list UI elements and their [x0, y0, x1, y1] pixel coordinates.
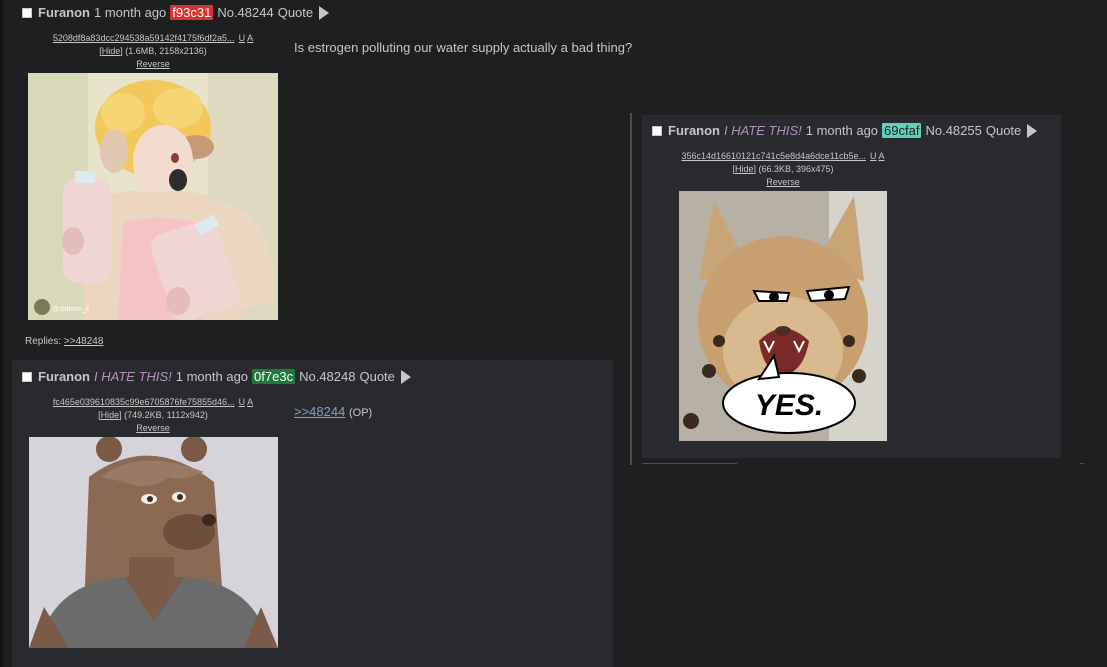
poster-name: Furanon: [668, 123, 720, 138]
file-meta: (749.2KB, 1112x942): [121, 410, 208, 420]
reverse-search-link[interactable]: Reverse: [136, 423, 170, 433]
post-number[interactable]: No.48255: [925, 123, 981, 138]
post-subject: I HATE THIS!: [94, 369, 172, 384]
poster-id-badge[interactable]: f93c31: [170, 5, 214, 20]
bear-character-illustration: [29, 437, 278, 648]
op-marker: (OP): [348, 407, 373, 419]
post-menu-arrow-icon[interactable]: [1027, 123, 1038, 138]
op-post: Furanon 1 month ago f93c31 No.48244 Quot…: [0, 0, 640, 355]
file-u-link[interactable]: U: [239, 33, 246, 43]
post-time: 1 month ago: [175, 369, 249, 384]
replies-list: Replies: >>48248: [25, 336, 103, 347]
reverse-search-link[interactable]: Reverse: [136, 59, 170, 69]
post-number[interactable]: No.48248: [299, 369, 355, 384]
quote-button[interactable]: Quote: [359, 369, 394, 384]
post-message: Is estrogen polluting our water supply a…: [294, 40, 633, 55]
reply-divider-vertical: [630, 113, 632, 465]
serval-meme-image: YES.: [679, 191, 887, 441]
post-message: >>48244 (OP): [294, 404, 372, 419]
post-image-thumbnail[interactable]: YES.: [679, 191, 887, 441]
file-u-link[interactable]: U: [239, 397, 246, 407]
reply-divider-horizontal: [642, 463, 737, 464]
post-header: Furanon 1 month ago f93c31 No.48244 Quot…: [22, 5, 330, 20]
post-checkbox[interactable]: [22, 371, 32, 382]
hide-link[interactable]: Hide: [102, 46, 121, 56]
quote-link-op[interactable]: >>48244: [294, 404, 345, 419]
file-meta: (1.6MB, 2158x2136): [122, 46, 207, 56]
file-a-link[interactable]: A: [247, 33, 253, 43]
post-image-thumbnail[interactable]: [29, 437, 278, 648]
file-name-link[interactable]: 5208df8a83dcc294538a59142f4175f6df2a5...: [53, 33, 235, 43]
file-a-link[interactable]: A: [247, 397, 253, 407]
file-info: fc465e039610835c99e6705876fe75855d46... U…: [52, 397, 254, 433]
post-number[interactable]: No.48244: [217, 5, 273, 20]
speech-bubble-text: YES.: [755, 389, 823, 422]
file-info: 356c14d16610121c741c5e8d4a6dce11cb5e... U…: [681, 151, 885, 187]
reverse-search-link[interactable]: Reverse: [766, 177, 800, 187]
post-time: 1 month ago: [805, 123, 879, 138]
file-name-link[interactable]: 356c14d16610121c741c5e8d4a6dce11cb5e...: [681, 151, 866, 161]
file-meta: (66.3KB, 396x475): [755, 164, 834, 174]
poster-id-badge[interactable]: 0f7e3c: [252, 369, 296, 384]
post-menu-arrow-icon[interactable]: [319, 5, 330, 20]
post-time: 1 month ago: [94, 5, 167, 20]
hide-link[interactable]: Hide: [735, 164, 754, 174]
file-name-link[interactable]: fc465e039610835c99e6705876fe75855d46...: [53, 397, 235, 407]
reply-divider-dot: [1080, 463, 1084, 464]
post-header: Furanon I HATE THIS! 1 month ago 0f7e3c …: [22, 369, 411, 384]
file-a-link[interactable]: A: [879, 151, 885, 161]
poster-name: Furanon: [38, 369, 90, 384]
post-image-thumbnail[interactable]: @dalkorn_k: [28, 73, 278, 320]
reply-post-48255: Furanon I HATE THIS! 1 month ago 69cfaf …: [642, 115, 1061, 458]
reply-backlink[interactable]: >>48248: [64, 336, 104, 347]
post-checkbox[interactable]: [22, 7, 32, 18]
quote-button[interactable]: Quote: [278, 5, 313, 20]
poster-id-badge[interactable]: 69cfaf: [882, 123, 922, 138]
post-header: Furanon I HATE THIS! 1 month ago 69cfaf …: [652, 123, 1038, 138]
image-watermark: @dalkorn_k: [52, 306, 90, 313]
sheep-character-illustration: @dalkorn_k: [28, 73, 278, 320]
post-checkbox[interactable]: [652, 125, 662, 136]
post-subject: I HATE THIS!: [724, 123, 802, 138]
file-u-link[interactable]: U: [870, 151, 877, 161]
quote-button[interactable]: Quote: [986, 123, 1021, 138]
poster-name: Furanon: [38, 5, 90, 20]
replies-label: Replies:: [25, 336, 62, 347]
post-menu-arrow-icon[interactable]: [400, 369, 411, 384]
hide-link[interactable]: Hide: [101, 410, 120, 420]
file-info: 5208df8a83dcc294538a59142f4175f6df2a5...…: [52, 33, 254, 69]
reply-post-48248: Furanon I HATE THIS! 1 month ago 0f7e3c …: [12, 360, 613, 667]
